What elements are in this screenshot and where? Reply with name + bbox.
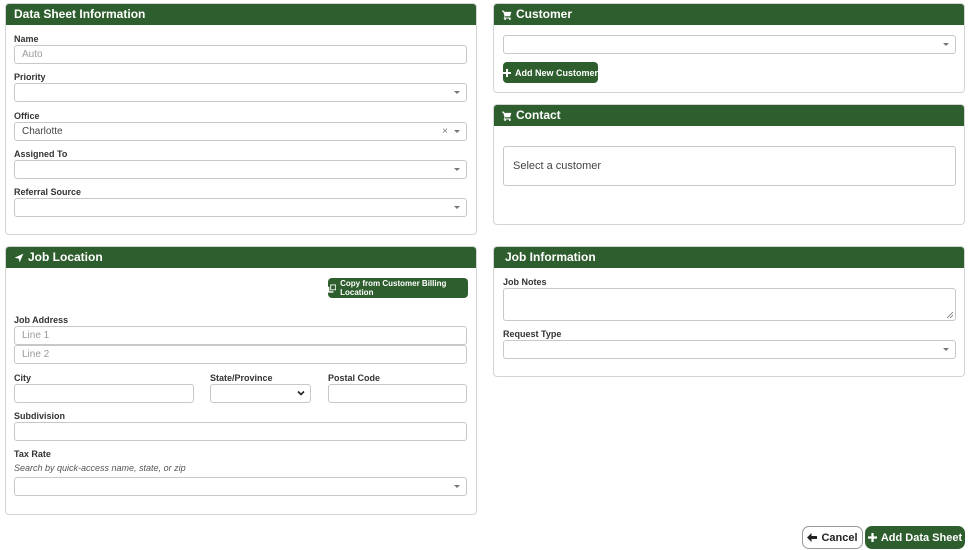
postal-code-label: Postal Code — [328, 373, 381, 383]
job-information-title: Job Information — [505, 250, 596, 264]
contact-header: Contact — [494, 105, 964, 126]
subdivision-label: Subdivision — [14, 411, 66, 421]
city-label: City — [14, 373, 32, 383]
job-address-label: Job Address — [14, 315, 69, 325]
name-label: Name — [14, 34, 39, 44]
referral-source-select[interactable] — [14, 198, 467, 217]
job-information-header: Job Information — [494, 247, 964, 268]
contact-title: Contact — [516, 108, 561, 122]
caret-down-icon — [454, 91, 460, 94]
caret-down-icon — [943, 348, 949, 351]
address-line2-input[interactable]: Line 2 — [14, 345, 467, 364]
cart-icon — [502, 10, 512, 20]
cancel-label: Cancel — [821, 531, 858, 544]
cart-icon — [502, 111, 512, 121]
contact-display: Select a customer — [503, 146, 956, 186]
line2-placeholder: Line 2 — [22, 349, 50, 360]
copy-icon — [328, 283, 337, 293]
state-select[interactable] — [210, 384, 311, 403]
copy-billing-location-label: Copy from Customer Billing Location — [340, 279, 447, 297]
office-label: Office — [14, 111, 40, 121]
chevron-down-icon — [297, 390, 305, 396]
tax-rate-label: Tax Rate — [14, 449, 51, 459]
line1-placeholder: Line 1 — [22, 330, 50, 341]
job-notes-label: Job Notes — [503, 277, 547, 287]
copy-billing-location-button[interactable]: Copy from Customer Billing Location — [328, 278, 468, 298]
arrow-left-icon — [807, 533, 818, 542]
plus-icon — [503, 68, 511, 77]
address-line1-input[interactable]: Line 1 — [14, 326, 467, 345]
tax-rate-select[interactable] — [14, 477, 467, 496]
data-sheet-title: Data Sheet Information — [14, 7, 146, 21]
data-sheet-header: Data Sheet Information — [6, 4, 476, 25]
postal-code-input[interactable] — [328, 384, 467, 403]
city-input[interactable] — [14, 384, 194, 403]
referral-source-label: Referral Source — [14, 187, 82, 197]
tax-rate-hint: Search by quick-access name, state, or z… — [14, 463, 186, 473]
clear-icon[interactable]: × — [442, 123, 448, 140]
customer-header: Customer — [494, 4, 964, 25]
customer-title: Customer — [516, 7, 573, 21]
add-data-sheet-label: Add Data Sheet — [880, 531, 963, 544]
location-arrow-icon — [14, 253, 24, 262]
resize-handle-icon[interactable] — [947, 312, 953, 318]
job-information-panel: Job Information Job Notes Request Type — [493, 246, 965, 377]
cancel-button[interactable]: Cancel — [802, 526, 863, 549]
customer-select[interactable] — [503, 35, 956, 54]
state-label: State/Province — [210, 373, 273, 383]
job-notes-textarea[interactable] — [503, 288, 956, 321]
priority-select[interactable] — [14, 83, 467, 102]
job-location-header: Job Location — [6, 247, 476, 268]
priority-label: Priority — [14, 72, 46, 82]
contact-placeholder: Select a customer — [513, 160, 602, 172]
contact-panel: Contact Select a customer — [493, 104, 965, 225]
subdivision-input[interactable] — [14, 422, 467, 441]
add-new-customer-label: Add New Customer — [515, 67, 599, 78]
job-location-title: Job Location — [28, 250, 103, 264]
data-sheet-panel: Data Sheet Information Name Auto Priorit… — [5, 3, 477, 235]
request-type-label: Request Type — [503, 329, 562, 339]
caret-down-icon — [454, 206, 460, 209]
assigned-to-select[interactable] — [14, 160, 467, 179]
name-input[interactable]: Auto — [14, 45, 467, 64]
add-new-customer-button[interactable]: Add New Customer — [503, 62, 598, 83]
request-type-select[interactable] — [503, 340, 956, 359]
office-value: Charlotte — [22, 126, 63, 137]
caret-down-icon — [943, 43, 949, 46]
caret-down-icon — [454, 130, 460, 133]
caret-down-icon — [454, 168, 460, 171]
job-location-panel: Job Location Copy from Customer Billing … — [5, 246, 477, 515]
add-data-sheet-button[interactable]: Add Data Sheet — [865, 526, 965, 549]
caret-down-icon — [454, 485, 460, 488]
assigned-to-label: Assigned To — [14, 149, 68, 159]
name-placeholder: Auto — [22, 49, 43, 60]
customer-panel: Customer Add New Customer — [493, 3, 965, 93]
plus-icon — [867, 533, 877, 542]
office-select[interactable]: Charlotte × — [14, 122, 467, 141]
